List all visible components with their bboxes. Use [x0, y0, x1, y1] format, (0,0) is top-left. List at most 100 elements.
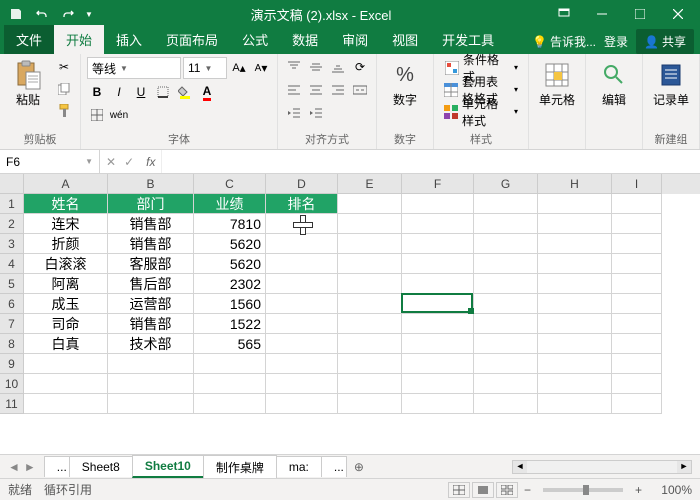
- cell[interactable]: [108, 374, 194, 394]
- font-size-combo[interactable]: 11▼: [183, 57, 227, 79]
- enter-formula-icon[interactable]: ✓: [124, 155, 134, 169]
- row-header[interactable]: 9: [0, 354, 24, 374]
- col-header[interactable]: G: [474, 174, 538, 194]
- tab-formulas[interactable]: 公式: [230, 25, 280, 54]
- fx-icon[interactable]: fx: [140, 155, 161, 169]
- cell[interactable]: [338, 254, 402, 274]
- col-header[interactable]: B: [108, 174, 194, 194]
- cell[interactable]: [612, 334, 662, 354]
- cell[interactable]: [338, 334, 402, 354]
- cell[interactable]: 2302: [194, 274, 266, 294]
- cell[interactable]: 连宋: [24, 214, 108, 234]
- cell[interactable]: [338, 234, 402, 254]
- cell[interactable]: 客服部: [108, 254, 194, 274]
- tab-view[interactable]: 视图: [380, 25, 430, 54]
- cell[interactable]: [538, 254, 612, 274]
- cell[interactable]: [538, 274, 612, 294]
- cell[interactable]: [612, 274, 662, 294]
- select-all-corner[interactable]: [0, 174, 24, 194]
- format-painter-button[interactable]: [54, 101, 74, 121]
- tab-data[interactable]: 数据: [280, 25, 330, 54]
- zoom-in-button[interactable]: +: [631, 483, 646, 497]
- cell[interactable]: [266, 354, 338, 374]
- cell[interactable]: [474, 354, 538, 374]
- editing-button[interactable]: 编辑: [592, 57, 636, 110]
- cell[interactable]: [338, 274, 402, 294]
- orientation-button[interactable]: ⟳: [350, 57, 370, 77]
- cell[interactable]: [24, 394, 108, 414]
- phonetic-button[interactable]: wén: [109, 105, 129, 125]
- col-header[interactable]: F: [402, 174, 474, 194]
- cell[interactable]: [266, 234, 338, 254]
- cell[interactable]: [612, 234, 662, 254]
- cell[interactable]: [538, 234, 612, 254]
- zoom-out-button[interactable]: −: [520, 483, 535, 497]
- align-top-button[interactable]: [284, 57, 304, 77]
- font-name-combo[interactable]: 等线▼: [87, 57, 181, 79]
- row-header[interactable]: 7: [0, 314, 24, 334]
- cell[interactable]: [538, 394, 612, 414]
- cell[interactable]: [474, 254, 538, 274]
- row-header[interactable]: 5: [0, 274, 24, 294]
- cell[interactable]: [474, 194, 538, 214]
- italic-button[interactable]: I: [109, 82, 129, 102]
- cancel-formula-icon[interactable]: ✕: [106, 155, 116, 169]
- view-normal-button[interactable]: [448, 482, 470, 498]
- formula-input[interactable]: [161, 150, 700, 173]
- cell[interactable]: [108, 354, 194, 374]
- cell[interactable]: [194, 354, 266, 374]
- row-header[interactable]: 11: [0, 394, 24, 414]
- cell[interactable]: [474, 394, 538, 414]
- cell[interactable]: [474, 334, 538, 354]
- cell[interactable]: 565: [194, 334, 266, 354]
- paste-button[interactable]: 粘贴: [6, 57, 50, 110]
- col-header[interactable]: C: [194, 174, 266, 194]
- align-right-button[interactable]: [328, 80, 348, 100]
- col-header[interactable]: A: [24, 174, 108, 194]
- cell[interactable]: [338, 194, 402, 214]
- record-button[interactable]: 记录单: [649, 57, 693, 110]
- new-sheet-button[interactable]: ⊕: [346, 457, 372, 477]
- cell[interactable]: [402, 194, 474, 214]
- cell[interactable]: 姓名: [24, 194, 108, 214]
- decrease-indent-button[interactable]: [284, 103, 304, 123]
- cell[interactable]: [612, 394, 662, 414]
- cell[interactable]: [338, 314, 402, 334]
- cell[interactable]: [612, 214, 662, 234]
- cell[interactable]: 售后部: [108, 274, 194, 294]
- copy-button[interactable]: [54, 79, 74, 99]
- view-layout-button[interactable]: [472, 482, 494, 498]
- col-header[interactable]: D: [266, 174, 338, 194]
- cells-button[interactable]: 单元格: [535, 57, 579, 110]
- tab-page-layout[interactable]: 页面布局: [154, 25, 230, 54]
- cell[interactable]: [538, 294, 612, 314]
- row-header[interactable]: 3: [0, 234, 24, 254]
- underline-button[interactable]: U: [131, 82, 151, 102]
- cell[interactable]: [338, 374, 402, 394]
- bold-button[interactable]: B: [87, 82, 107, 102]
- borders-dropdown[interactable]: [87, 105, 107, 125]
- cell[interactable]: 业绩: [194, 194, 266, 214]
- cell[interactable]: [194, 374, 266, 394]
- cell[interactable]: 折颜: [24, 234, 108, 254]
- name-box[interactable]: F6▼: [0, 150, 100, 173]
- align-center-button[interactable]: [306, 80, 326, 100]
- cell[interactable]: 阿离: [24, 274, 108, 294]
- number-format-button[interactable]: % 数字: [383, 57, 427, 110]
- cell[interactable]: [402, 294, 474, 314]
- cell[interactable]: [402, 214, 474, 234]
- cell[interactable]: [338, 354, 402, 374]
- cell[interactable]: [474, 314, 538, 334]
- cell[interactable]: 运营部: [108, 294, 194, 314]
- row-header[interactable]: 4: [0, 254, 24, 274]
- sheet-tab-more[interactable]: ...: [44, 456, 70, 477]
- font-color-button[interactable]: A: [197, 82, 217, 102]
- cell[interactable]: [338, 394, 402, 414]
- cell[interactable]: 白真: [24, 334, 108, 354]
- cell[interactable]: 销售部: [108, 234, 194, 254]
- undo-button[interactable]: [30, 2, 54, 26]
- view-pagebreak-button[interactable]: [496, 482, 518, 498]
- cell[interactable]: [266, 374, 338, 394]
- cell[interactable]: [266, 294, 338, 314]
- save-button[interactable]: [4, 2, 28, 26]
